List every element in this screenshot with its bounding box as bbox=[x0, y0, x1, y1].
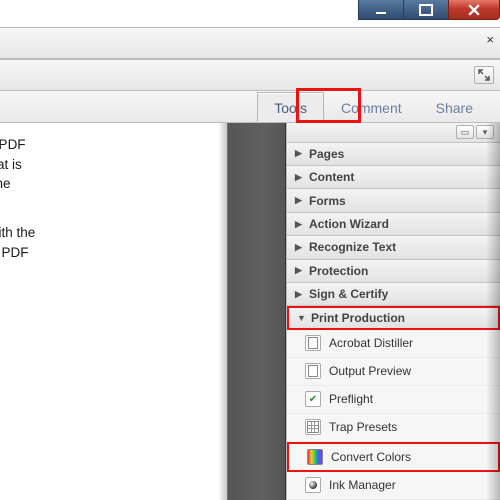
toolbar-row-2 bbox=[0, 59, 500, 91]
section-label: Action Wizard bbox=[309, 217, 389, 231]
expand-icon bbox=[478, 69, 490, 81]
section-sign-certify[interactable]: ▶ Sign & Certify bbox=[287, 283, 500, 306]
trap-presets-icon bbox=[305, 419, 321, 435]
document-view: you open a PDF or a PDF that is tely bel… bbox=[0, 123, 228, 500]
doc-line: tely below the bbox=[0, 176, 11, 191]
section-label: Forms bbox=[309, 194, 346, 208]
document-gutter bbox=[228, 123, 286, 500]
preflight-icon: ✔ bbox=[305, 391, 321, 407]
tab-share[interactable]: Share bbox=[419, 92, 490, 122]
toolbar-row-1: × bbox=[0, 27, 500, 59]
panel-toolbar: ▭ ▾ bbox=[287, 123, 500, 143]
section-protection[interactable]: ▶ Protection bbox=[287, 260, 500, 283]
doc-line: you open a PDF bbox=[0, 137, 26, 152]
chevron-right-icon: ▶ bbox=[295, 148, 303, 159]
item-ink-manager[interactable]: Ink Manager bbox=[287, 472, 500, 500]
item-label: Ink Manager bbox=[329, 478, 396, 492]
pane-tabs: Tools Comment Share bbox=[0, 91, 500, 123]
item-output-preview[interactable]: Output Preview bbox=[287, 358, 500, 386]
item-label: Preflight bbox=[329, 392, 373, 406]
section-pages[interactable]: ▶ Pages bbox=[287, 143, 500, 166]
item-preflight[interactable]: ✔ Preflight bbox=[287, 386, 500, 414]
panel-options-button[interactable]: ▭ bbox=[456, 125, 474, 139]
item-label: Convert Colors bbox=[331, 450, 411, 464]
section-label: Protection bbox=[309, 264, 368, 278]
item-trap-presets[interactable]: Trap Presets bbox=[287, 414, 500, 442]
section-label: Print Production bbox=[311, 311, 405, 325]
panel-menu-button[interactable]: ▾ bbox=[476, 125, 494, 139]
chevron-down-icon: ▼ bbox=[297, 313, 305, 323]
item-label: Trap Presets bbox=[329, 420, 397, 434]
convert-colors-icon bbox=[307, 449, 323, 465]
print-production-items: Acrobat Distiller Output Preview ✔ Prefl… bbox=[287, 330, 500, 500]
doc-line: tified PDFs, PDF bbox=[0, 245, 29, 260]
output-preview-icon bbox=[305, 363, 321, 379]
chevron-right-icon: ▶ bbox=[295, 219, 303, 230]
section-recognize-text[interactable]: ▶ Recognize Text bbox=[287, 236, 500, 259]
chevron-right-icon: ▶ bbox=[295, 265, 303, 276]
section-content[interactable]: ▶ Content bbox=[287, 166, 500, 189]
tools-panel: ▭ ▾ ▶ Pages ▶ Content ▶ Forms ▶ Action W… bbox=[286, 123, 500, 500]
tab-comment[interactable]: Comment bbox=[324, 92, 419, 122]
chevron-right-icon: ▶ bbox=[295, 242, 303, 253]
chevron-right-icon: ▶ bbox=[295, 172, 303, 183]
window-close-button[interactable] bbox=[448, 0, 500, 20]
item-convert-colors[interactable]: Convert Colors bbox=[287, 442, 500, 472]
chevron-right-icon: ▶ bbox=[295, 195, 303, 206]
section-label: Pages bbox=[309, 147, 344, 161]
chevron-right-icon: ▶ bbox=[295, 289, 303, 300]
section-action-wizard[interactable]: ▶ Action Wizard bbox=[287, 213, 500, 236]
section-label: Recognize Text bbox=[309, 240, 396, 254]
section-label: Sign & Certify bbox=[309, 287, 388, 301]
expand-button[interactable] bbox=[474, 66, 494, 84]
section-label: Content bbox=[309, 170, 354, 184]
doc-line: ssociated with the bbox=[0, 225, 35, 240]
distiller-icon bbox=[305, 335, 321, 351]
window-minimize-button[interactable] bbox=[358, 0, 404, 20]
doc-line: or a PDF that is bbox=[0, 157, 22, 172]
panel-close-x[interactable]: × bbox=[486, 32, 494, 47]
document-text: you open a PDF or a PDF that is tely bel… bbox=[0, 135, 188, 272]
item-label: Acrobat Distiller bbox=[329, 336, 413, 350]
section-forms[interactable]: ▶ Forms bbox=[287, 189, 500, 212]
item-label: Output Preview bbox=[329, 364, 411, 378]
close-icon bbox=[468, 4, 480, 16]
ink-manager-icon bbox=[305, 477, 321, 493]
window-maximize-button[interactable] bbox=[403, 0, 449, 20]
section-print-production[interactable]: ▼ Print Production bbox=[287, 306, 500, 330]
item-acrobat-distiller[interactable]: Acrobat Distiller bbox=[287, 330, 500, 358]
tab-tools[interactable]: Tools bbox=[257, 92, 324, 122]
